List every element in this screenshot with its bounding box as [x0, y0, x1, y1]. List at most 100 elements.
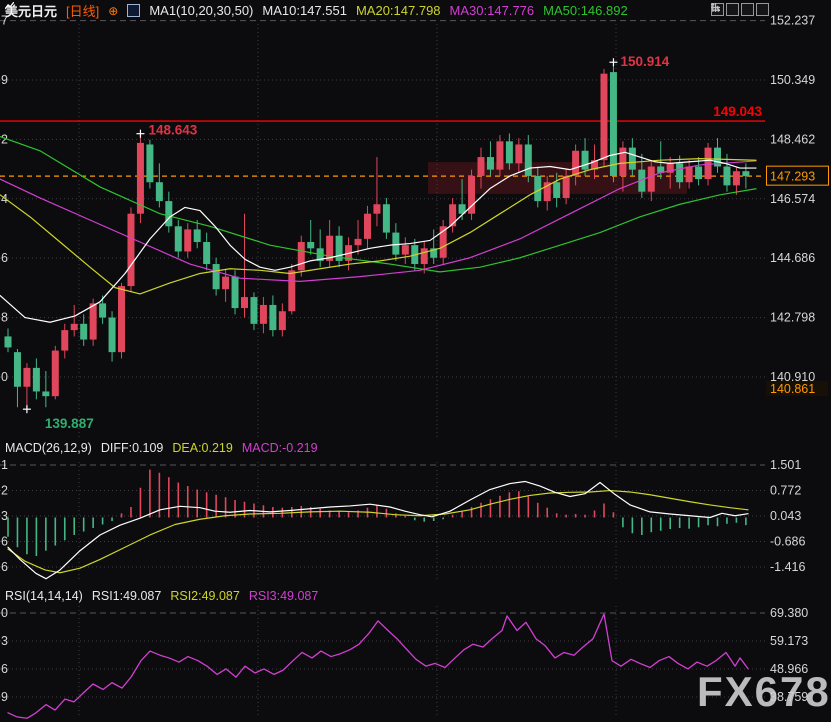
- candle-body: [402, 245, 409, 254]
- macd-macd-readout: MACD:-0.219: [242, 441, 318, 455]
- zoom-axis-x-icon[interactable]: [741, 3, 754, 16]
- macd-axis-left-digit: 6: [1, 560, 8, 574]
- chart-toolbar: [711, 3, 769, 16]
- macd-diff-readout: DIFF:0.109: [101, 441, 164, 455]
- price-axis-label: 150.349: [770, 73, 815, 87]
- candle-body: [137, 143, 144, 214]
- candle-body: [165, 201, 172, 226]
- candle-body: [109, 318, 116, 353]
- candle-body: [695, 166, 702, 179]
- rsi-axis-left-digit: 6: [1, 662, 8, 676]
- candle-body: [14, 352, 21, 387]
- candle-body: [222, 277, 229, 290]
- macd-axis-left-digit: 1: [1, 458, 8, 472]
- pan-right-icon[interactable]: [756, 3, 769, 16]
- candle-body: [478, 157, 485, 176]
- candle-body: [52, 351, 59, 397]
- rsi-axis-left-digit: 9: [1, 690, 8, 704]
- candle-body: [610, 72, 617, 176]
- chart-type-icon[interactable]: [127, 4, 140, 17]
- candle-body: [572, 151, 579, 176]
- low-axis-label: 140.861: [770, 382, 815, 396]
- candle-body: [33, 368, 40, 392]
- ma20-readout: MA20:147.798: [356, 3, 441, 18]
- candle-body: [42, 391, 49, 396]
- timeframe-label[interactable]: [日线]: [66, 1, 99, 20]
- candle-body: [5, 336, 12, 347]
- macd-title: MACD(26,12,9): [5, 441, 92, 455]
- macd-axis-label: 0.772: [770, 483, 801, 497]
- macd-axis-label: 1.501: [770, 458, 801, 472]
- candle-body: [298, 242, 305, 270]
- candle-body: [288, 270, 295, 311]
- candle-body: [23, 368, 30, 387]
- candle-body: [269, 305, 276, 330]
- rsi3-readout: RSI3:49.087: [249, 589, 319, 603]
- candle-body: [156, 182, 163, 201]
- candle-body: [307, 242, 314, 248]
- chart-canvas[interactable]: 152.2377150.3499148.4622146.5744144.6866…: [0, 0, 831, 722]
- add-indicator-icon[interactable]: ⊕: [108, 4, 118, 18]
- candle-body: [676, 163, 683, 182]
- candle-body: [203, 242, 210, 264]
- rsi-axis-label: 69.380: [770, 606, 808, 620]
- macd-axis-left-digit: 2: [1, 483, 8, 497]
- candle-body: [61, 330, 68, 350]
- candle-body: [487, 157, 494, 170]
- resistance-annotation: 149.043: [713, 104, 762, 119]
- candle-body: [563, 176, 570, 198]
- candle-body: [723, 166, 730, 185]
- rsi-line: [8, 614, 748, 718]
- candle-body: [449, 204, 456, 226]
- zoom-axis-y-icon[interactable]: [726, 3, 739, 16]
- candle-body: [279, 311, 286, 330]
- candle-body: [99, 303, 106, 317]
- candle-body: [392, 233, 399, 255]
- macd-dea-readout: DEA:0.219: [172, 441, 232, 455]
- candle-body: [71, 324, 78, 330]
- candle-body: [742, 171, 749, 176]
- candle-body: [525, 144, 532, 175]
- candle-body: [582, 151, 589, 170]
- macd-axis-left-digit: 3: [1, 509, 8, 523]
- candle-body: [118, 286, 125, 352]
- chart-header: 美元日元 [日线] ⊕ MA1(10,20,30,50) MA10:147.55…: [5, 2, 628, 19]
- ma10-readout: MA10:147.551: [262, 3, 347, 18]
- candle-body: [534, 176, 541, 201]
- candle-body: [515, 144, 522, 163]
- price-axis-label: 152.237: [770, 14, 815, 28]
- candle-body: [260, 305, 267, 324]
- high-annotation: 150.914: [620, 54, 669, 69]
- candle-body: [383, 204, 390, 232]
- rsi2-readout: RSI2:49.087: [170, 589, 240, 603]
- dea-line: [8, 491, 748, 573]
- rsi1-readout: RSI1:49.087: [92, 589, 162, 603]
- candle-body: [232, 277, 239, 308]
- trading-chart-window: 美元日元 [日线] ⊕ MA1(10,20,30,50) MA10:147.55…: [0, 0, 831, 722]
- macd-axis-label: 0.043: [770, 509, 801, 523]
- candle-body: [733, 171, 740, 185]
- candle-body: [194, 229, 201, 242]
- ma-settings-label: MA1(10,20,30,50): [149, 3, 253, 18]
- candle-body: [241, 297, 248, 308]
- price-axis-left-digit: 8: [1, 311, 8, 325]
- candle-body: [496, 141, 503, 169]
- candle-body: [364, 214, 371, 239]
- price-axis-label: 148.462: [770, 132, 815, 146]
- ma30-line: [0, 161, 756, 281]
- macd-axis-label: -1.416: [770, 560, 805, 574]
- ma30-readout: MA30:147.776: [450, 3, 535, 18]
- low-annotation: 139.887: [45, 416, 94, 431]
- rsi-title: RSI(14,14,14): [5, 589, 83, 603]
- price-axis-left-digit: 9: [1, 73, 8, 87]
- candle-body: [705, 148, 712, 179]
- price-axis-label: 146.574: [770, 192, 815, 206]
- candle-body: [373, 204, 380, 213]
- current-price-label: 147.293: [770, 170, 815, 184]
- candle-body: [175, 226, 182, 251]
- rsi-header: RSI(14,14,14) RSI1:49.087 RSI2:49.087 RS…: [5, 589, 318, 603]
- candle-body: [506, 141, 513, 163]
- macd-axis-label: -0.686: [770, 534, 805, 548]
- price-axis-label: 144.686: [770, 251, 815, 265]
- diff-line: [8, 481, 748, 578]
